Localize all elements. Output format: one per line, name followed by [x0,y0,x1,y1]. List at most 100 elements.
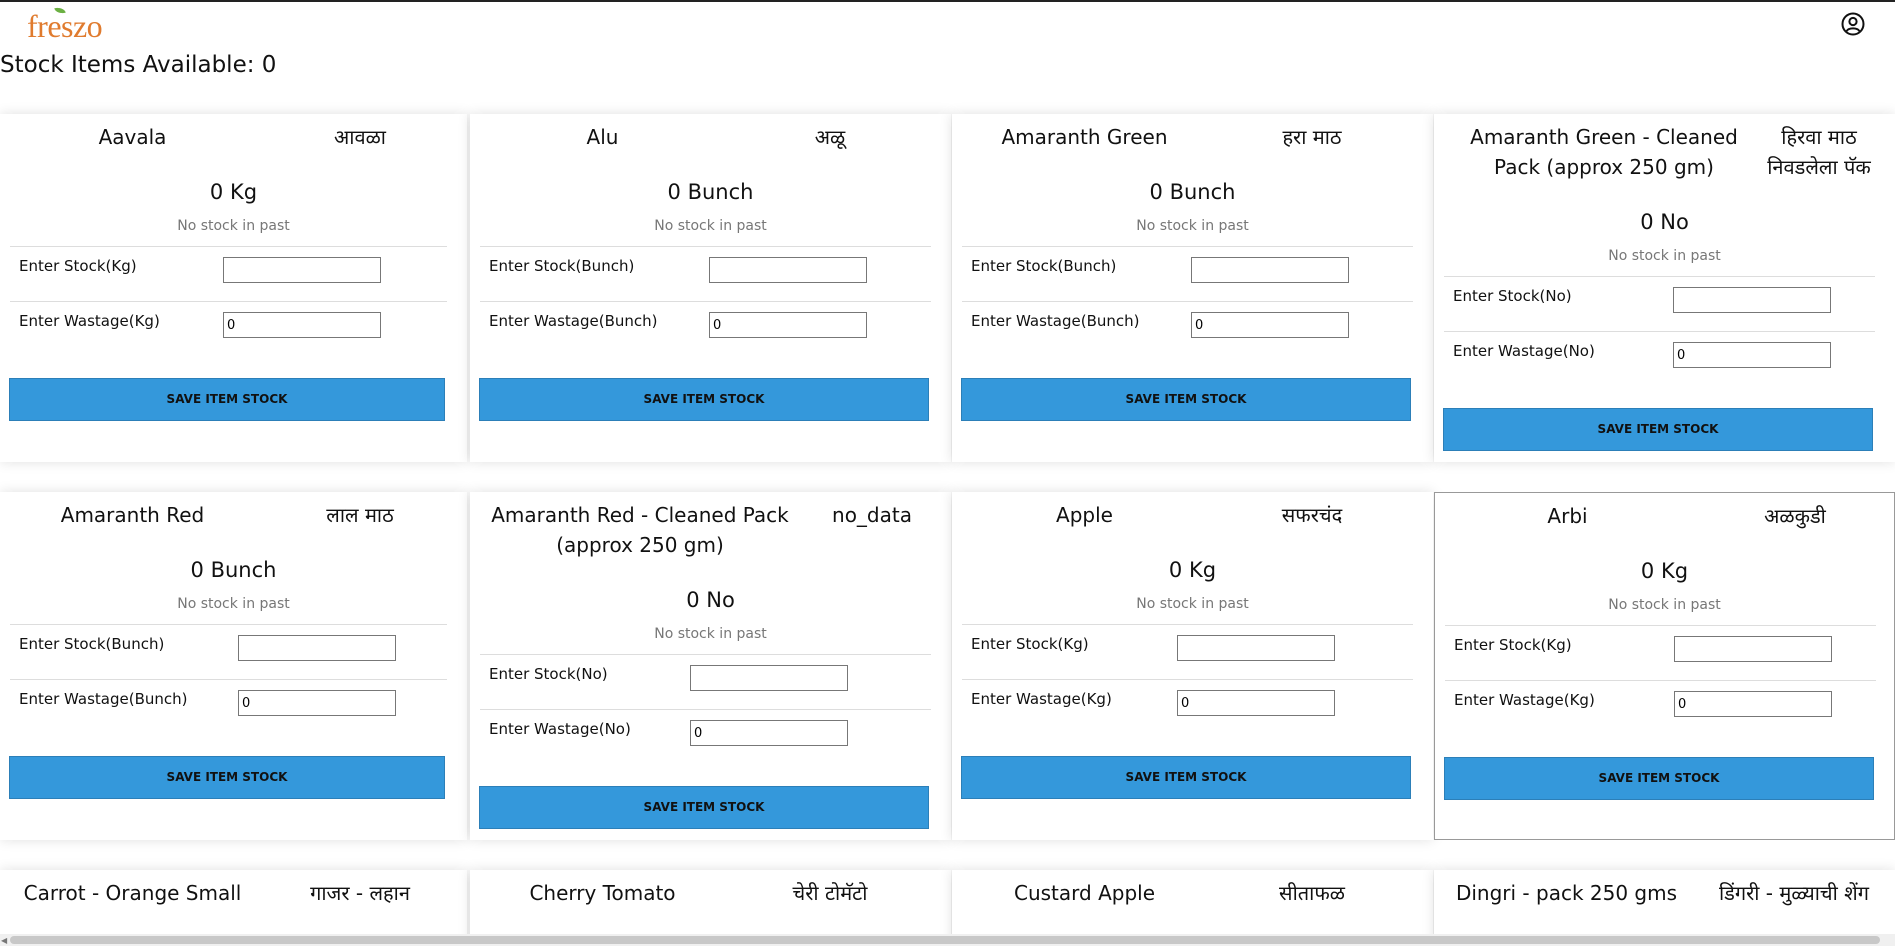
stock-label: Enter Stock(Kg) [1454,636,1572,654]
item-name-marathi: हरा माठ [1282,125,1342,149]
item-name-marathi: no_data [832,503,912,527]
stock-input[interactable] [1191,257,1349,283]
wastage-input[interactable] [1177,690,1335,716]
past-stock-note: No stock in past [654,626,767,642]
wastage-entry-row: Enter Wastage(Bunch) [962,301,1413,356]
wastage-input[interactable] [223,312,381,338]
wastage-input[interactable] [690,720,848,746]
past-stock-note: No stock in past [1136,218,1249,234]
stock-card: Amaranth Green - Cleaned Pack (approx 25… [1434,114,1895,462]
stock-entry-row: Enter Stock(No) [480,654,931,709]
stock-card: Alu अळू 0 Bunch No stock in past Enter Stock… [470,114,951,462]
item-name-english: Arbi [1547,504,1588,528]
freszo-logo[interactable]: freszo [27,5,103,45]
stock-card: Aavala आवळा 0 Kg No stock in past Enter Stoc… [0,114,467,462]
wastage-label: Enter Wastage(Kg) [1454,691,1595,709]
save-item-stock-button[interactable]: SAVE ITEM STOCK [9,756,445,799]
stock-card: Amaranth Red लाल माठ 0 Bunch No stock in pa… [0,492,467,840]
scroll-left-arrow-icon[interactable]: ◀ [1,936,7,945]
item-name-english: Amaranth Red [60,503,205,527]
stock-label: Enter Stock(Bunch) [19,635,165,653]
stock-label: Enter Stock(No) [1453,287,1572,305]
wastage-input[interactable] [709,312,867,338]
save-item-stock-button[interactable]: SAVE ITEM STOCK [9,378,445,421]
wastage-entry-row: Enter Wastage(No) [1444,331,1875,386]
item-name-marathi: हिरवा माठ निवडलेला पॅक [1767,125,1871,179]
save-item-stock-button[interactable]: SAVE ITEM STOCK [1444,757,1874,800]
stock-input[interactable] [690,665,848,691]
item-name-english: Amaranth Green - Cleaned Pack (approx 25… [1470,125,1738,179]
stock-entry-row: Enter Stock(No) [1444,276,1875,331]
stock-quantity: 0 Bunch [1149,180,1236,204]
wastage-entry-row: Enter Wastage(Kg) [1445,680,1876,735]
item-name-marathi: आवळा [334,125,386,149]
stock-label: Enter Stock(Bunch) [489,257,635,275]
stock-entry-row: Enter Stock(Bunch) [10,624,447,679]
top-border [0,0,1895,2]
wastage-input[interactable] [1191,312,1349,338]
save-item-stock-button[interactable]: SAVE ITEM STOCK [1443,408,1873,451]
stock-card: Amaranth Red - Cleaned Pack (approx 250 … [470,492,951,840]
item-name-english: Cherry Tomato [529,881,676,905]
save-item-stock-button[interactable]: SAVE ITEM STOCK [479,786,929,829]
wastage-input[interactable] [1674,691,1832,717]
past-stock-note: No stock in past [1608,597,1721,613]
stock-quantity: 0 Bunch [667,180,754,204]
wastage-entry-row: Enter Wastage(Bunch) [10,679,447,734]
wastage-entry-row: Enter Wastage(No) [480,709,931,764]
stock-label: Enter Stock(Kg) [19,257,137,275]
wastage-label: Enter Wastage(No) [489,720,631,738]
item-name-marathi: अळकुडी [1764,504,1826,528]
item-name-marathi: लाल माठ [326,503,394,527]
past-stock-note: No stock in past [177,596,290,612]
stock-quantity: 0 Kg [1640,559,1689,583]
item-name-english: Dingri - pack 250 gms [1455,881,1678,905]
item-name-marathi: गाजर - लहान [310,881,410,905]
stock-input[interactable] [1673,287,1831,313]
stock-quantity: 0 No [686,588,735,612]
save-item-stock-button[interactable]: SAVE ITEM STOCK [961,378,1411,421]
past-stock-note: No stock in past [1608,248,1721,264]
stock-card: Arbi अळकुडी 0 Kg No stock in past Enter Stoc… [1434,492,1895,840]
stock-card: Apple सफरचंद 0 Kg No stock in past Enter Sto… [952,492,1433,840]
item-name-marathi: चेरी टोमॅटो [792,881,868,905]
item-name-english: Amaranth Green [1001,125,1168,149]
stock-input[interactable] [238,635,396,661]
stock-input[interactable] [223,257,381,283]
save-item-stock-button[interactable]: SAVE ITEM STOCK [479,378,929,421]
stock-items-title: Stock Items Available: 0 [0,52,277,78]
stock-label: Enter Stock(No) [489,665,608,683]
stock-quantity: 0 Bunch [190,558,277,582]
stock-quantity: 0 Kg [209,180,258,204]
save-item-stock-button[interactable]: SAVE ITEM STOCK [961,756,1411,799]
stock-input[interactable] [709,257,867,283]
logo-text: freszo [27,8,103,44]
scrollbar-thumb[interactable] [10,936,1880,944]
wastage-entry-row: Enter Wastage(Bunch) [480,301,931,356]
wastage-label: Enter Wastage(Bunch) [489,312,658,330]
wastage-input[interactable] [238,690,396,716]
stock-label: Enter Stock(Kg) [971,635,1089,653]
wastage-label: Enter Wastage(Bunch) [971,312,1140,330]
wastage-entry-row: Enter Wastage(Kg) [10,301,447,356]
user-circle-icon[interactable] [1841,12,1865,36]
horizontal-scrollbar[interactable]: ◀ [0,934,1895,946]
wastage-label: Enter Wastage(Kg) [971,690,1112,708]
item-name-marathi: डिंगरी - मुळ्याची शेंग [1718,881,1870,905]
stock-card: Amaranth Green हरा माठ 0 Bunch No stock in … [952,114,1433,462]
item-name-marathi: सीताफळ [1279,881,1345,905]
stock-label: Enter Stock(Bunch) [971,257,1117,275]
item-name-marathi: अळू [814,125,846,149]
wastage-entry-row: Enter Wastage(Kg) [962,679,1413,734]
item-name-english: Carrot - Orange Small [23,881,242,905]
item-name-english: Amaranth Red - Cleaned Pack (approx 250 … [491,503,789,557]
item-name-english: Custard Apple [1013,881,1155,905]
stock-input[interactable] [1177,635,1335,661]
stock-entry-row: Enter Stock(Bunch) [480,246,931,301]
wastage-input[interactable] [1673,342,1831,368]
stock-quantity: 0 Kg [1168,558,1217,582]
stock-entry-row: Enter Stock(Kg) [962,624,1413,679]
past-stock-note: No stock in past [654,218,767,234]
stock-input[interactable] [1674,636,1832,662]
wastage-label: Enter Wastage(Kg) [19,312,160,330]
